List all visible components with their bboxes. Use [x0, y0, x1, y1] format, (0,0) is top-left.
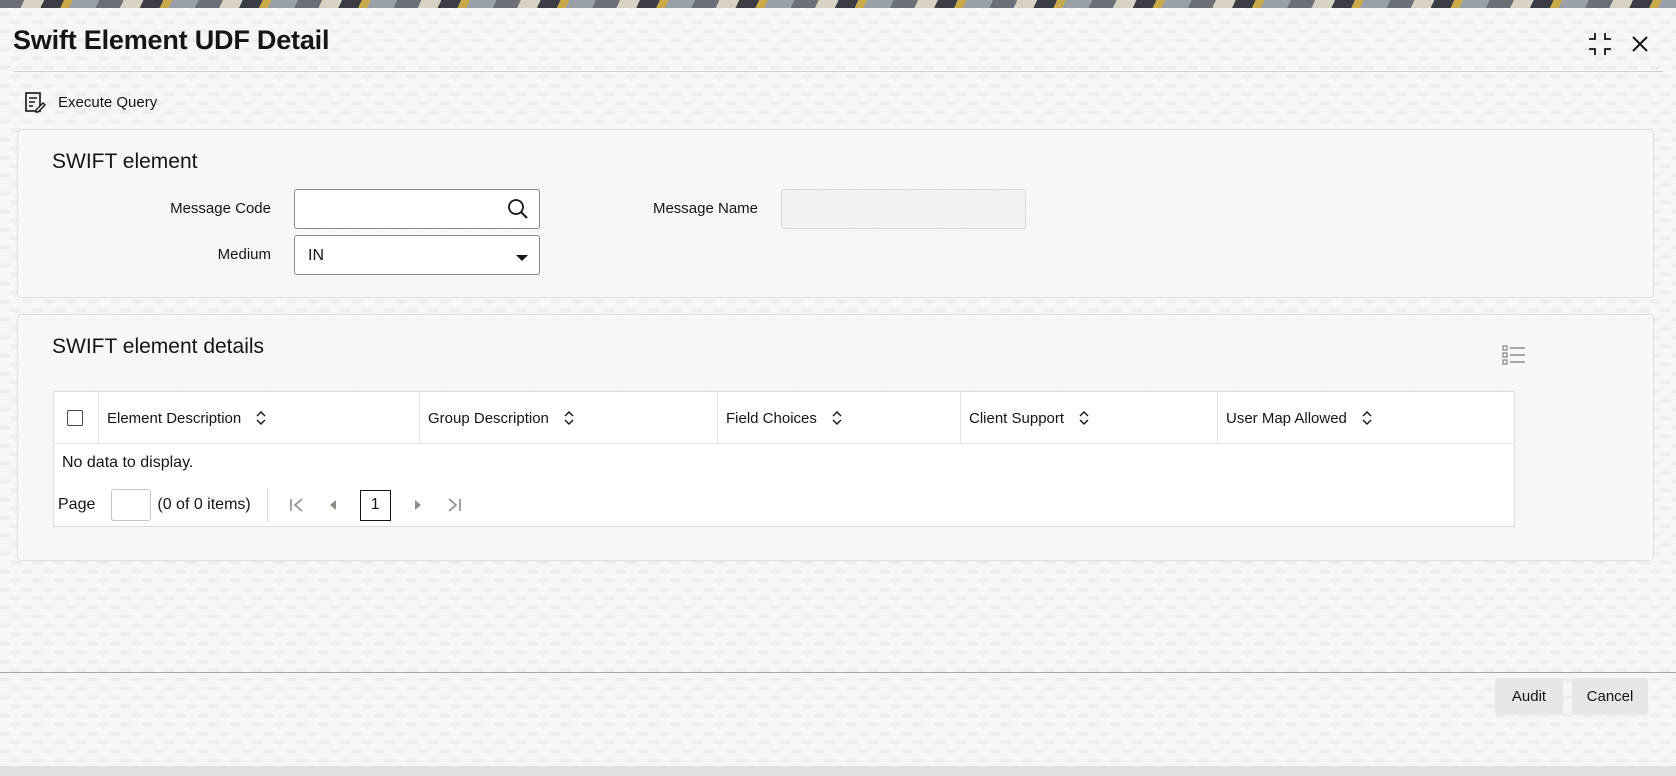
sort-icon[interactable] [1361, 410, 1373, 426]
first-page-icon [289, 498, 303, 512]
list-view-icon [1502, 345, 1525, 365]
column-label: Client Support [969, 409, 1065, 427]
previous-page-icon [329, 500, 336, 510]
pager-divider [266, 488, 268, 522]
column-label: User Map Allowed [1226, 409, 1347, 427]
current-page-button[interactable]: 1 [359, 489, 391, 521]
first-page-button[interactable] [284, 490, 310, 520]
items-count: (0 of 0 items) [157, 496, 251, 513]
message-name-label: Message Name [652, 200, 758, 217]
execute-query-icon [25, 92, 46, 113]
close-button[interactable] [1624, 28, 1656, 60]
column-header-field-choices[interactable]: Field Choices [717, 392, 960, 444]
bottom-bar [0, 766, 1676, 776]
footer-divider [0, 672, 1676, 673]
column-header-client-support[interactable]: Client Support [960, 392, 1217, 444]
column-header-element-description[interactable]: Element Description [98, 392, 419, 444]
column-header-group-description[interactable]: Group Description [419, 392, 717, 444]
select-all-checkbox[interactable] [67, 410, 83, 426]
column-header-user-map-allowed[interactable]: User Map Allowed [1217, 392, 1514, 444]
sort-icon[interactable] [255, 410, 267, 426]
sort-icon[interactable] [1078, 410, 1090, 426]
search-icon [508, 199, 528, 219]
message-code-input[interactable] [294, 189, 540, 229]
last-page-button[interactable] [441, 490, 467, 520]
previous-page-button[interactable] [320, 490, 346, 520]
column-label: Element Description [107, 409, 242, 427]
medium-label: Medium [217, 246, 271, 263]
background-strip [0, 0, 1676, 8]
maximize-icon [1589, 33, 1611, 55]
message-code-label: Message Code [170, 200, 271, 217]
swift-element-details-panel: SWIFT element details Element Descriptio… [17, 314, 1654, 561]
cancel-button[interactable]: Cancel [1572, 678, 1648, 715]
section-title-details: SWIFT element details [52, 335, 265, 358]
page-number-input[interactable] [111, 489, 152, 521]
chevron-down-icon [515, 250, 529, 268]
empty-table-message: No data to display. [62, 454, 194, 471]
message-name-field [781, 189, 1026, 229]
dialog-window: Swift Element UDF Detail Execute Query S… [0, 8, 1676, 766]
close-icon [1632, 36, 1648, 52]
page-title: Swift Element UDF Detail [13, 25, 330, 55]
section-title-swift-element: SWIFT element [52, 150, 198, 173]
page-label: Page [58, 496, 96, 513]
audit-button[interactable]: Audit [1495, 678, 1563, 715]
next-page-button[interactable] [405, 490, 431, 520]
medium-value: IN [308, 247, 324, 264]
column-label: Field Choices [726, 409, 817, 427]
last-page-icon [448, 498, 461, 512]
column-settings-button[interactable] [1502, 343, 1526, 372]
details-table: Element Description Group Description Fi… [53, 391, 1515, 527]
title-divider [13, 71, 1663, 72]
medium-select[interactable]: IN [294, 235, 540, 275]
sort-icon[interactable] [831, 410, 843, 426]
sort-icon[interactable] [563, 410, 575, 426]
next-page-icon [414, 500, 421, 510]
pagination: Page (0 of 0 items) 1 [58, 488, 477, 522]
swift-element-panel: SWIFT element Message Code Medium IN Mes… [17, 129, 1654, 298]
search-button[interactable] [507, 198, 529, 225]
maximize-button[interactable] [1584, 28, 1616, 60]
execute-query-label: Execute Query [58, 93, 158, 111]
table-header: Element Description Group Description Fi… [54, 392, 1514, 444]
execute-query-button[interactable]: Execute Query [24, 87, 157, 117]
column-label: Group Description [428, 409, 549, 427]
